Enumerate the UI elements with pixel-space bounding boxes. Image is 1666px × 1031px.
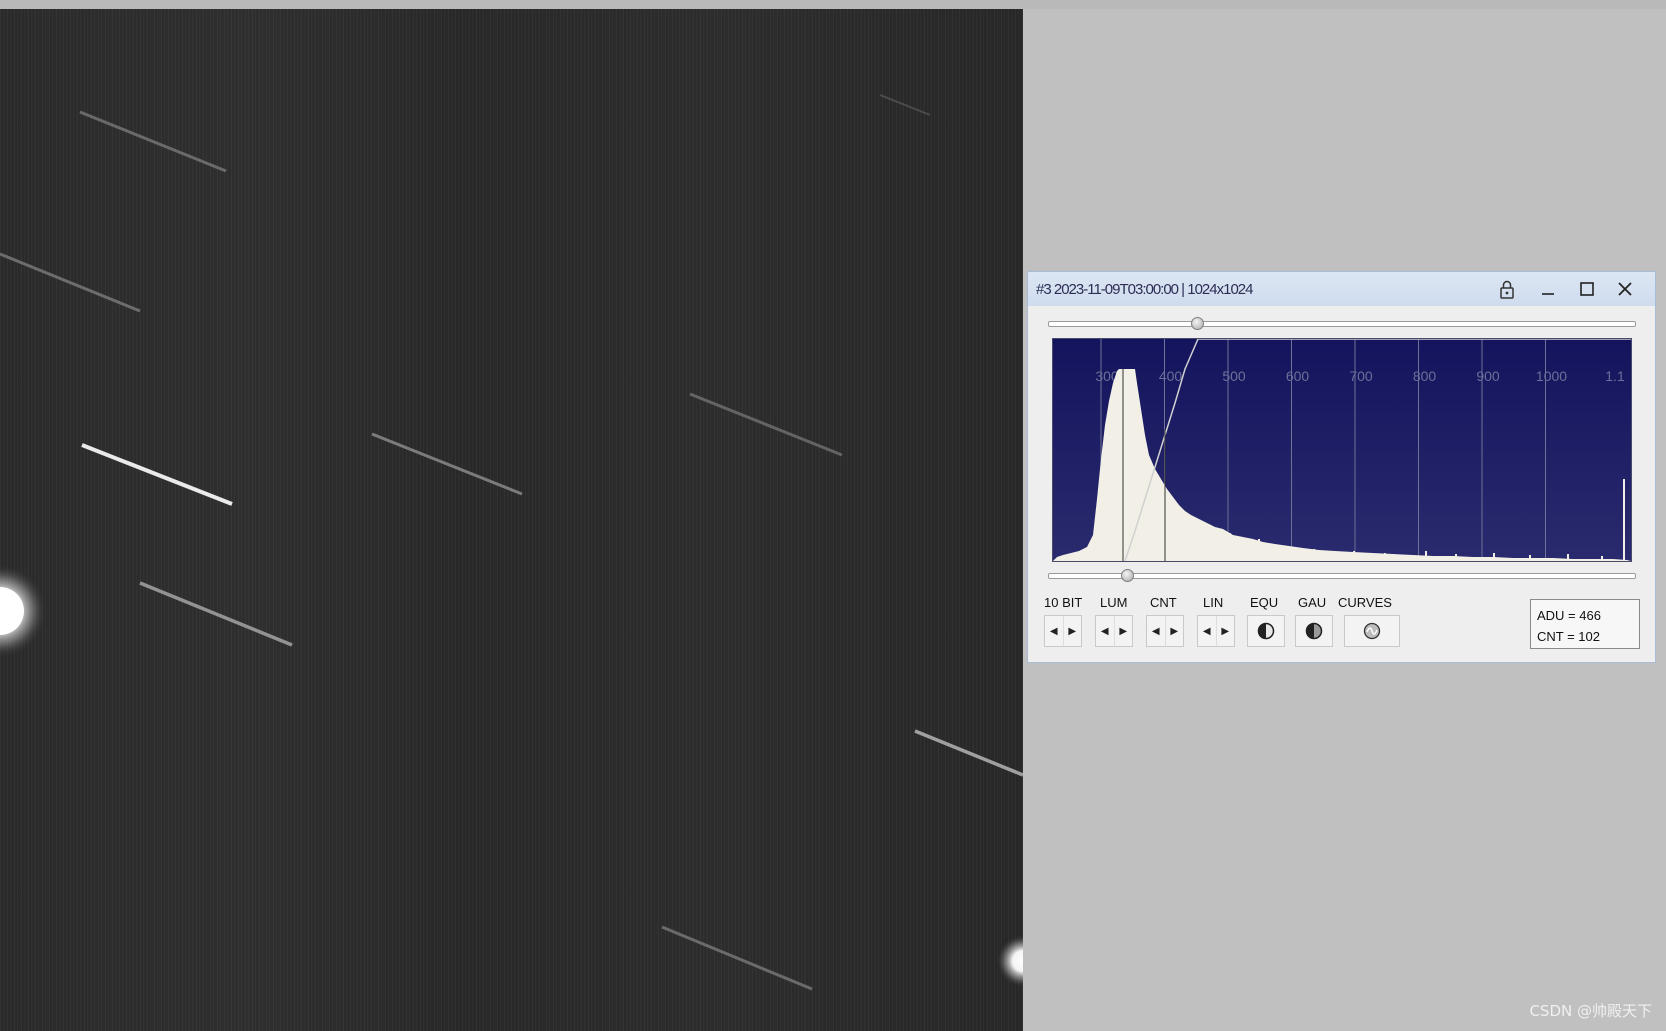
tick-label: 400: [1159, 368, 1183, 384]
tick-label: 800: [1413, 368, 1437, 384]
tick-label: 1000: [1536, 368, 1567, 384]
satellite-streak: [661, 925, 813, 991]
contrast-icon: [1257, 622, 1275, 640]
curves-icon: [1363, 622, 1381, 640]
histogram-spike: [1384, 553, 1386, 561]
contrast-icon: [1305, 622, 1323, 640]
histogram-window[interactable]: #3 2023-11-09T03:00:00 | 1024x1024 3004: [1027, 271, 1656, 663]
adu-readout: ADU = 466 CNT = 102: [1530, 599, 1640, 649]
maximize-icon[interactable]: [1575, 278, 1599, 300]
histogram-spike: [1455, 554, 1457, 561]
label-curves: CURVES: [1338, 595, 1392, 610]
bright-star: [997, 935, 1023, 987]
satellite-streak: [879, 94, 931, 116]
label-cnt: CNT: [1150, 595, 1177, 610]
tick-label: 500: [1222, 368, 1246, 384]
histogram-spike: [1229, 533, 1231, 561]
curves-button[interactable]: [1344, 615, 1400, 647]
lower-range-slider[interactable]: [1048, 573, 1636, 579]
lin-increase-icon[interactable]: ▶: [1215, 616, 1235, 646]
close-icon[interactable]: [1613, 278, 1637, 300]
cnt-decrease-icon[interactable]: ◀: [1147, 616, 1165, 646]
label-10-bit: 10 BIT: [1044, 595, 1083, 610]
histogram-spike: [1529, 555, 1531, 561]
satellite-streak: [81, 443, 233, 506]
histogram-spike: [1313, 549, 1315, 561]
label-equ: EQU: [1250, 595, 1279, 610]
top-strip: [0, 0, 1666, 9]
tick-label: 1.1: [1605, 368, 1625, 384]
label-lin: LIN: [1203, 595, 1224, 610]
minimize-icon[interactable]: [1536, 278, 1560, 300]
image-features: [0, 94, 1023, 991]
bits-decrease-icon[interactable]: ◀: [1045, 616, 1063, 646]
histogram-spike: [1567, 554, 1569, 561]
gau-button[interactable]: [1295, 615, 1333, 647]
histogram-spike: [1237, 541, 1239, 561]
adu-value: ADU = 466: [1537, 608, 1601, 623]
cnt-value: CNT = 102: [1537, 629, 1600, 644]
histogram-tick-labels: 300 400 500 600 700 800 900 1000 1.1: [1095, 368, 1625, 384]
histogram-spike: [1353, 551, 1355, 561]
histogram-spike: [1601, 556, 1603, 561]
window-title: #3 2023-11-09T03:00:00 | 1024x1024: [1036, 281, 1253, 298]
upper-slider-thumb[interactable]: [1191, 317, 1205, 330]
label-gau: GAU: [1298, 595, 1327, 610]
lum-stepper[interactable]: ◀ ▶: [1095, 615, 1133, 647]
satellite-streak: [139, 581, 293, 647]
histogram-spike: [1285, 547, 1287, 561]
histogram-spike: [1493, 553, 1495, 561]
equ-button[interactable]: [1247, 615, 1285, 647]
satellite-streak: [371, 432, 523, 496]
tick-label: 900: [1476, 368, 1500, 384]
lin-decrease-icon[interactable]: ◀: [1198, 616, 1216, 646]
bits-increase-icon[interactable]: ▶: [1062, 616, 1082, 646]
satellite-streak: [0, 252, 141, 313]
tick-label: 700: [1349, 368, 1373, 384]
histogram-graphic: 300 400 500 600 700 800 900 1000 1.1: [1053, 338, 1631, 562]
bits-stepper[interactable]: ◀ ▶: [1044, 615, 1082, 647]
lum-increase-icon[interactable]: ▶: [1113, 616, 1133, 646]
histogram-spike: [1258, 539, 1260, 561]
satellite-streak: [79, 110, 227, 173]
satellite-streak: [689, 392, 843, 457]
cnt-stepper[interactable]: ◀ ▶: [1146, 615, 1184, 647]
histogram-plot[interactable]: 300 400 500 600 700 800 900 1000 1.1: [1052, 338, 1632, 562]
lin-stepper[interactable]: ◀ ▶: [1197, 615, 1235, 647]
tick-label: 600: [1286, 368, 1310, 384]
histogram-spike: [1623, 479, 1625, 561]
satellite-streak: [914, 729, 1023, 777]
lower-slider-thumb[interactable]: [1121, 569, 1135, 582]
label-lum: LUM: [1100, 595, 1128, 610]
watermark: CSDN @帅殿天下: [1529, 1002, 1652, 1020]
upper-range-slider[interactable]: [1048, 321, 1636, 327]
title-bar[interactable]: #3 2023-11-09T03:00:00 | 1024x1024: [1028, 272, 1655, 306]
lock-icon[interactable]: [1495, 278, 1519, 300]
lum-decrease-icon[interactable]: ◀: [1096, 616, 1114, 646]
cnt-increase-icon[interactable]: ▶: [1164, 616, 1184, 646]
astro-image-view[interactable]: [0, 9, 1023, 1031]
histogram-spike: [1425, 551, 1427, 561]
